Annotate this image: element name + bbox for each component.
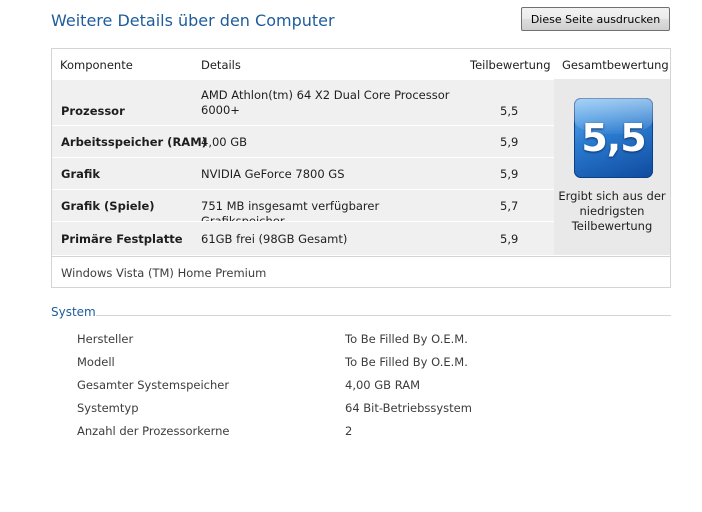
- system-label-memory: Gesamter Systemspeicher: [77, 378, 230, 392]
- system-value-type: 64 Bit-Betriebssystem: [345, 401, 472, 415]
- column-header-overall: Gesamtbewertung: [562, 58, 669, 72]
- column-header-details: Details: [201, 58, 241, 72]
- table-row: Primäre Festplatte 61GB frei (98GB Gesam…: [52, 221, 554, 255]
- component-label: Grafik: [61, 167, 101, 181]
- component-score: 5,9: [500, 135, 519, 149]
- rating-table: Komponente Details Teilbewertung Gesamtb…: [51, 48, 671, 288]
- system-label-manufacturer: Hersteller: [77, 332, 134, 346]
- component-label: Arbeitsspeicher (RAM): [61, 135, 207, 149]
- system-label-cores: Anzahl der Prozessorkerne: [77, 424, 230, 438]
- windows-edition: Windows Vista (TM) Home Premium: [61, 266, 267, 280]
- windows-edition-row: Windows Vista (TM) Home Premium: [52, 256, 670, 288]
- overall-score-caption: Ergibt sich aus der niedrigsten Teilbewe…: [558, 189, 666, 233]
- system-label-model: Modell: [77, 355, 115, 369]
- print-page-button[interactable]: Diese Seite ausdrucken: [521, 7, 670, 31]
- column-header-component: Komponente: [60, 58, 133, 72]
- component-details: AMD Athlon(tm) 64 X2 Dual Core Processor…: [201, 88, 450, 117]
- overall-score-panel: 5,5 Ergibt sich aus der niedrigsten Teil…: [554, 79, 670, 255]
- table-row: Grafik (Spiele) 751 MB insgesamt verfügb…: [52, 189, 554, 228]
- component-details: 61GB frei (98GB Gesamt): [201, 232, 348, 246]
- system-value-model: To Be Filled By O.E.M.: [345, 355, 468, 369]
- system-value-manufacturer: To Be Filled By O.E.M.: [345, 332, 468, 346]
- system-section-title: System: [51, 305, 96, 319]
- table-row: Grafik NVIDIA GeForce 7800 GS 5,9: [52, 157, 554, 189]
- component-score: 5,5: [500, 104, 519, 118]
- table-row: Prozessor AMD Athlon(tm) 64 X2 Dual Core…: [52, 79, 554, 125]
- component-label: Primäre Festplatte: [61, 232, 183, 246]
- system-value-cores: 2: [345, 424, 353, 438]
- system-label-type: Systemtyp: [77, 401, 139, 415]
- page-title: Weitere Details über den Computer: [51, 11, 335, 30]
- component-details: 4,00 GB: [201, 135, 248, 149]
- column-header-subscore: Teilbewertung: [470, 58, 551, 72]
- component-score: 5,9: [500, 232, 519, 246]
- overall-score-value: 5,5: [581, 116, 646, 160]
- component-score: 5,9: [500, 167, 519, 181]
- component-details: NVIDIA GeForce 7800 GS: [201, 167, 345, 181]
- component-label: Prozessor: [61, 104, 125, 118]
- table-row: Arbeitsspeicher (RAM) 4,00 GB 5,9: [52, 125, 554, 157]
- component-score: 5,7: [500, 199, 519, 213]
- component-label: Grafik (Spiele): [61, 199, 155, 213]
- overall-score-badge: 5,5: [574, 98, 653, 178]
- system-value-memory: 4,00 GB RAM: [345, 378, 421, 392]
- section-divider: [96, 315, 671, 316]
